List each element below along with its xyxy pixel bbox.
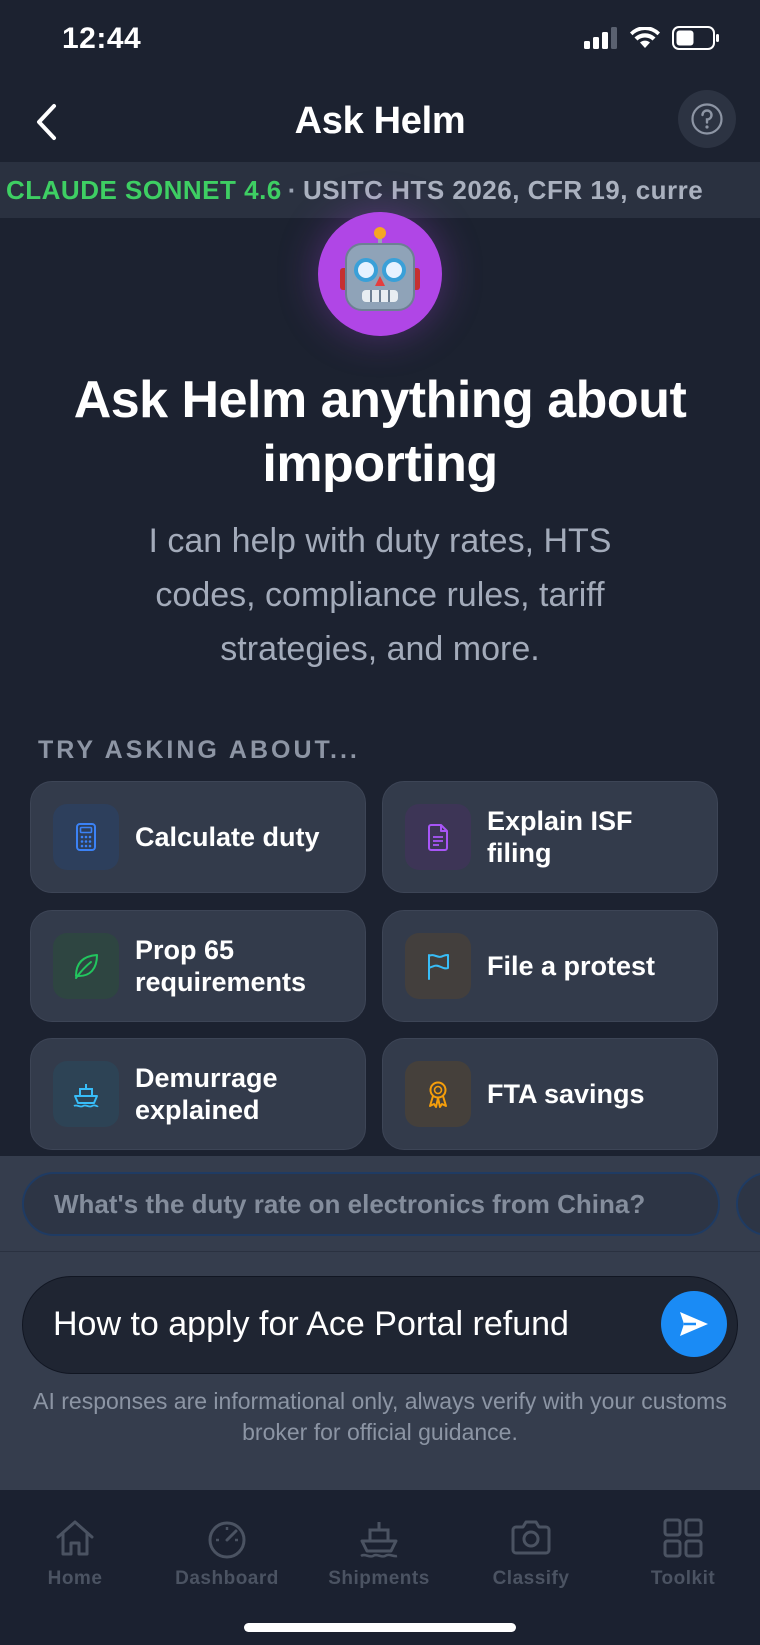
ship-icon: [53, 1061, 119, 1127]
suggestion-label: Demurrage explained: [135, 1063, 278, 1125]
suggestion-fta-savings[interactable]: FTA savings: [382, 1038, 718, 1150]
suggestions-label: TRY ASKING ABOUT...: [38, 736, 360, 764]
camera-icon: [507, 1514, 555, 1562]
tab-label: Home: [47, 1568, 103, 1589]
hero-subtitle: I can help with duty rates, HTS codes, c…: [148, 522, 612, 668]
calculator-icon: [53, 804, 119, 870]
home-indicator[interactable]: [244, 1623, 516, 1632]
quick-prompt-strip[interactable]: What's the duty rate on electronics from…: [0, 1156, 760, 1252]
grid-icon: [659, 1514, 707, 1562]
quick-prompt-chip-next[interactable]: [736, 1172, 760, 1236]
tab-label: Dashboard: [175, 1568, 279, 1589]
status-time: 12:44: [62, 22, 142, 55]
cellular-signal-icon: [584, 27, 617, 49]
model-ticker: CLAUDE SONNET 4.6 · USITC HTS 2026, CFR 19…: [0, 162, 760, 218]
wifi-icon: [630, 27, 660, 48]
robot-avatar: [318, 212, 442, 336]
message-box[interactable]: How to apply for Ace Portal refund: [22, 1276, 738, 1374]
home-icon: [51, 1514, 99, 1562]
send-button[interactable]: [661, 1291, 727, 1357]
tab-label: Shipments: [328, 1568, 430, 1589]
page-title: Ask Helm: [294, 100, 466, 142]
quick-prompt-chip[interactable]: What's the duty rate on electronics from…: [22, 1172, 720, 1236]
suggestion-demurrage[interactable]: Demurrage explained: [30, 1038, 366, 1150]
suggestion-label: Prop 65 requirements: [135, 935, 307, 997]
flag-icon: [405, 933, 471, 999]
leaf-icon: [53, 933, 119, 999]
tab-classify[interactable]: Classify: [461, 1514, 601, 1590]
ticker-separator: ·: [287, 175, 297, 205]
award-icon: [405, 1061, 471, 1127]
ai-disclaimer: AI responses are informational only, alw…: [33, 1388, 727, 1445]
suggestion-label: File a protest: [487, 951, 656, 981]
gauge-icon: [203, 1514, 251, 1562]
tab-bar: Home Dashboard Shipments Classify Toolki…: [0, 1490, 760, 1645]
composer-area: What's the duty rate on electronics from…: [0, 1156, 760, 1490]
tab-label: Toolkit: [650, 1568, 716, 1589]
suggestion-file-protest[interactable]: File a protest: [382, 910, 718, 1022]
help-button[interactable]: [678, 90, 736, 148]
tab-shipments[interactable]: Shipments: [309, 1514, 449, 1590]
send-icon: [680, 1312, 708, 1336]
suggestion-explain-isf[interactable]: Explain ISF filing: [382, 781, 718, 893]
suggestion-calculate-duty[interactable]: Calculate duty: [30, 781, 366, 893]
suggestion-label: Explain ISF filing: [487, 806, 633, 868]
tab-toolkit[interactable]: Toolkit: [613, 1514, 753, 1590]
suggestion-label: FTA savings: [487, 1079, 645, 1109]
suggestion-label: Calculate duty: [135, 822, 320, 852]
model-name: CLAUDE SONNET 4.6: [6, 175, 282, 205]
data-sources: USITC HTS 2026, CFR 19, curre: [302, 175, 704, 205]
message-input[interactable]: How to apply for Ace Portal refund: [53, 1305, 653, 1344]
question-circle-icon: [691, 103, 723, 135]
nav-header: Ask Helm: [0, 84, 760, 162]
suggestion-prop-65[interactable]: Prop 65 requirements: [30, 910, 366, 1022]
tab-label: Classify: [492, 1568, 570, 1589]
battery-icon: [672, 26, 719, 50]
ticker-text: CLAUDE SONNET 4.6 · USITC HTS 2026, CFR 19…: [6, 175, 703, 206]
hero-title: Ask Helm anything about importing: [73, 371, 687, 493]
ship-icon: [355, 1514, 403, 1562]
robot-icon: [340, 227, 420, 311]
document-icon: [405, 804, 471, 870]
tab-home[interactable]: Home: [5, 1514, 145, 1590]
status-icons: [584, 26, 720, 50]
status-bar: 12:44: [0, 0, 760, 84]
tab-dashboard[interactable]: Dashboard: [157, 1514, 297, 1590]
